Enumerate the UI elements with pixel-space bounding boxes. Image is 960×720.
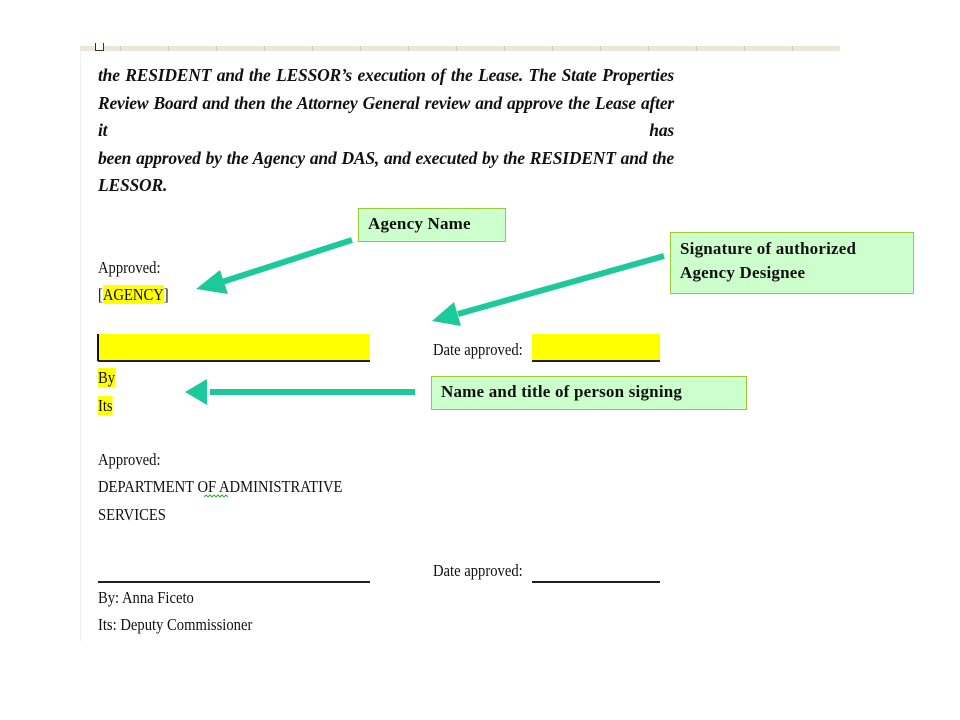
- callout-text: Agency Name: [368, 214, 471, 233]
- arrow-agency-name: [196, 237, 353, 294]
- annotation-arrows: [185, 237, 665, 405]
- arrow-name-title: [185, 379, 415, 405]
- callout-text: Agency Designee: [680, 263, 806, 282]
- arrow-signature: [432, 253, 665, 326]
- callout-text: Signature of authorized: [680, 239, 857, 258]
- callout-signature: Signature of authorized Agency Designee: [670, 232, 914, 294]
- callout-agency-name: Agency Name: [358, 208, 506, 242]
- callout-name-title: Name and title of person signing: [431, 376, 747, 410]
- callout-text: Name and title of person signing: [441, 382, 683, 401]
